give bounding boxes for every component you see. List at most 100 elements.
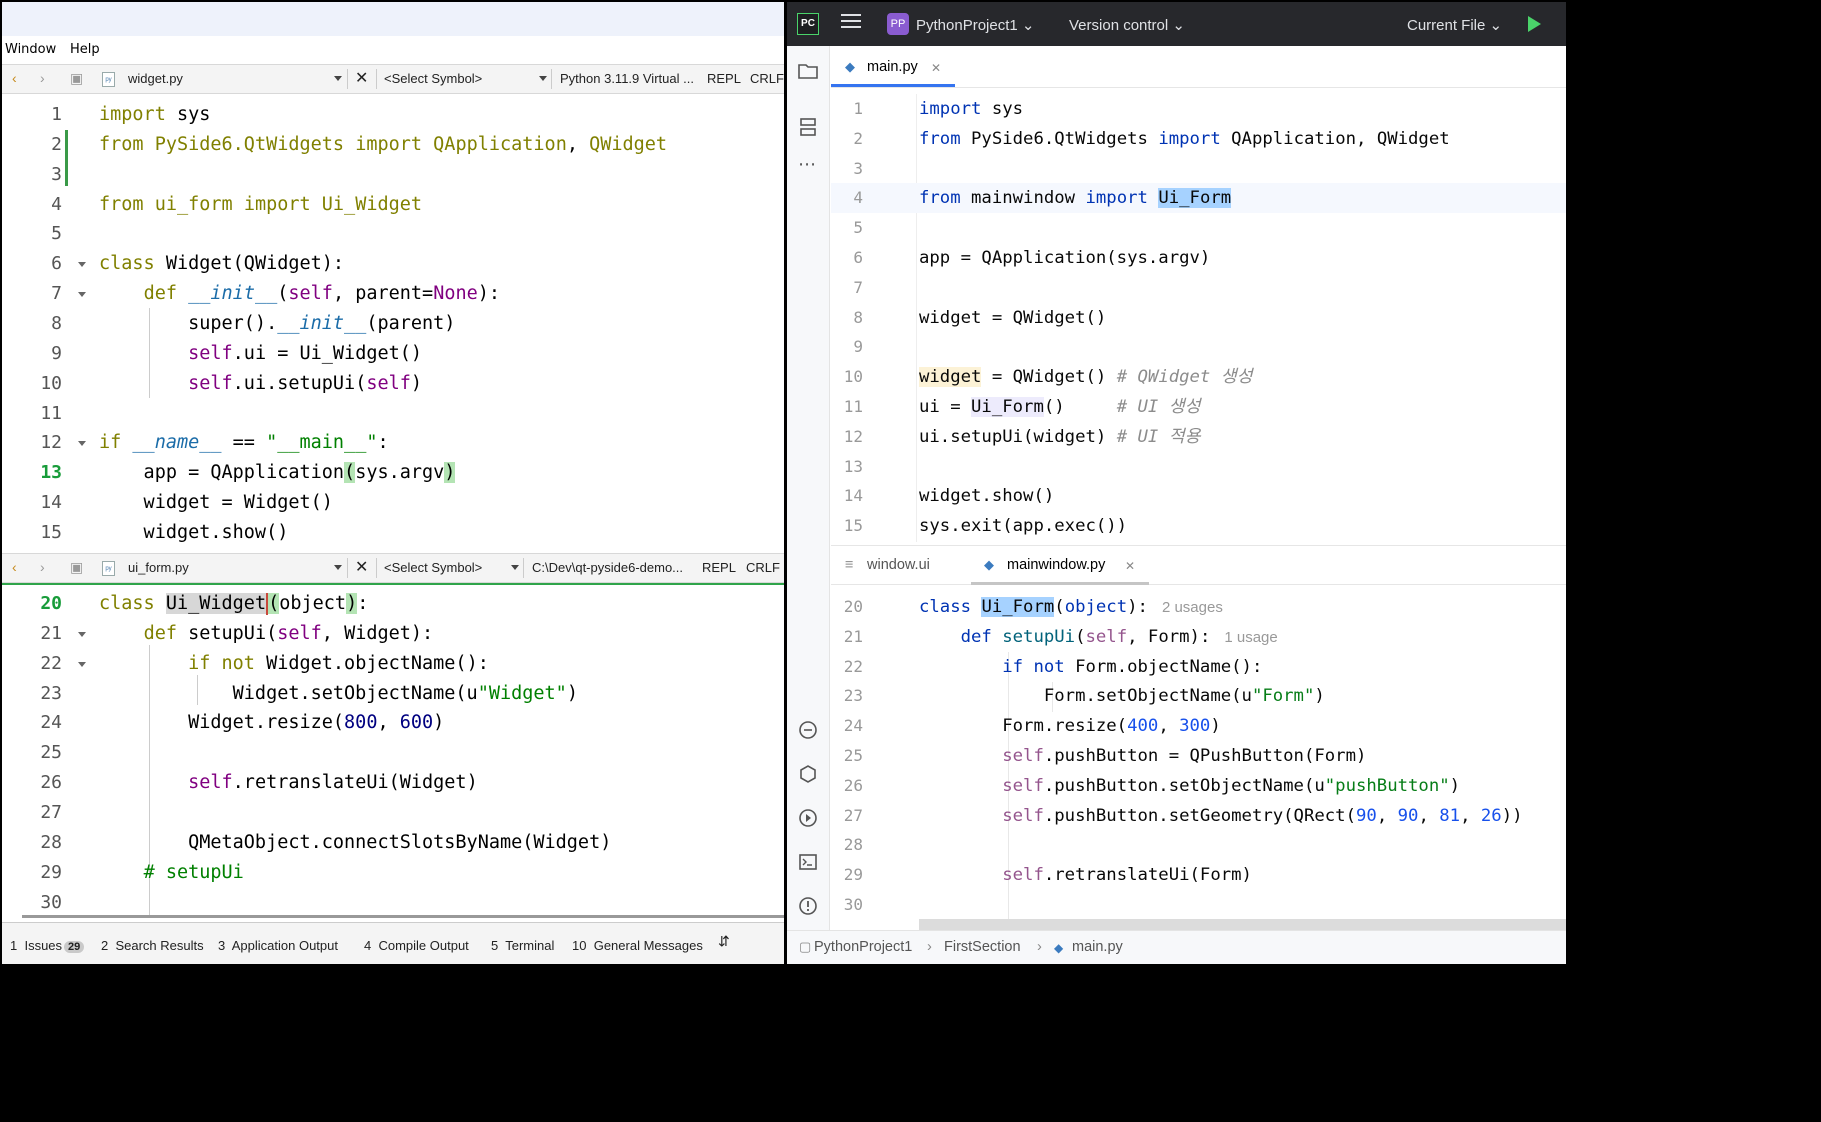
breadcrumb-file[interactable]: main.py [1072, 939, 1123, 955]
code-line[interactable]: 29 self.retranslateUi(Form) [831, 860, 1566, 890]
fold-toggle-icon[interactable] [78, 631, 86, 637]
code-editor-ui-form-py[interactable]: 20 class Ui_Widget (object): 21 def setupUi… [2, 585, 784, 915]
folder-icon[interactable] [797, 60, 819, 82]
run-icon[interactable] [1528, 16, 1541, 32]
code-line[interactable]: 4 from mainwindow import Ui_Form [831, 183, 1566, 214]
menu-help[interactable]: Help [70, 42, 100, 57]
output-tab-issues[interactable]: 1 Issues 29 [10, 938, 85, 953]
code-line[interactable]: 26 self.retranslateUi(Widget) [2, 768, 784, 798]
file-selector[interactable]: ui_form.py [128, 560, 189, 575]
close-icon[interactable]: ✕ [355, 68, 368, 88]
symbol-selector[interactable]: <Select Symbol> [384, 560, 482, 575]
forward-arrow-icon[interactable]: › [40, 559, 45, 575]
fold-toggle-icon[interactable] [78, 292, 86, 298]
close-tab-icon[interactable]: ✕ [931, 61, 941, 75]
code-line[interactable]: 6 class Widget(QWidget): [2, 249, 784, 279]
terminal-icon[interactable] [797, 851, 819, 873]
menu-window[interactable]: Window [5, 42, 56, 57]
code-line[interactable]: 13 [831, 452, 1566, 482]
output-tab-compile-output[interactable]: 4 Compile Output [364, 938, 469, 953]
project-selector[interactable]: PythonProject1 ⌄ [916, 16, 1034, 34]
code-line[interactable]: 4 from ui_form import Ui_Widget [2, 190, 784, 220]
code-line[interactable]: 30 [2, 888, 784, 916]
chevron-down-icon[interactable] [511, 565, 519, 570]
output-tab-general-messages[interactable]: 10 General Messages [572, 938, 703, 953]
code-line[interactable]: 1 import sys [2, 100, 784, 130]
code-line[interactable]: 23 Form.setObjectName(u"Form") [831, 681, 1566, 711]
code-line[interactable]: 22 if not Widget.objectName(): [2, 649, 784, 679]
code-line[interactable]: 20 class Ui_Widget (object): [2, 589, 784, 619]
code-line[interactable]: 21 def setupUi(self, Widget): [2, 619, 784, 649]
code-line[interactable]: 3 [2, 160, 784, 190]
code-line[interactable]: 12 ui.setupUi(widget) # UI 적용 [831, 422, 1566, 452]
up-down-arrows-icon[interactable]: ⇵ [718, 933, 730, 950]
code-line[interactable]: 9 self.ui = Ui_Widget() [2, 339, 784, 369]
fold-toggle-icon[interactable] [78, 441, 86, 447]
output-tab-application-output[interactable]: 3 Application Output [218, 938, 338, 953]
code-line[interactable]: 9 [831, 332, 1566, 362]
python-console-icon[interactable] [797, 719, 819, 741]
code-line[interactable]: 8 widget = QWidget() [831, 303, 1566, 333]
code-line[interactable]: 30 [831, 890, 1566, 920]
chevron-down-icon[interactable] [334, 565, 342, 570]
code-line[interactable]: 27 [2, 798, 784, 828]
output-tab-search-results[interactable]: 2 Search Results [101, 938, 204, 953]
code-line[interactable]: 11 ui = Ui_Form() # UI 생성 [831, 392, 1566, 422]
code-line[interactable]: 28 QMetaObject.connectSlotsByName(Widget… [2, 828, 784, 858]
code-editor-mainwindow-py[interactable]: 20 class Ui_Form(object): 2 usages 21 def s… [831, 592, 1566, 930]
chevron-down-icon[interactable] [334, 76, 342, 81]
close-icon[interactable]: ✕ [355, 557, 368, 577]
code-line[interactable]: 26 self.pushButton.setObjectName(u"pushB… [831, 771, 1566, 801]
chevron-down-icon[interactable] [539, 76, 547, 81]
code-line[interactable]: 3 [831, 154, 1566, 184]
lock-icon[interactable]: ▣ [70, 559, 83, 576]
code-line[interactable]: 5 [2, 219, 784, 249]
code-line[interactable]: 10 self.ui.setupUi(self) [2, 369, 784, 399]
code-line[interactable]: 25 self.pushButton = QPushButton(Form) [831, 741, 1566, 771]
run-config-selector[interactable]: Current File ⌄ [1407, 16, 1502, 34]
python-packages-icon[interactable] [797, 763, 819, 785]
tab-window-ui[interactable]: window.ui [867, 557, 930, 573]
problems-icon[interactable] [797, 895, 819, 917]
code-line[interactable]: 24 Form.resize(400, 300) [831, 711, 1566, 741]
code-line[interactable]: 23 Widget.setObjectName(u"Widget") [2, 679, 784, 709]
tab-mainwindow-py[interactable]: mainwindow.py [1007, 557, 1105, 573]
line-ending-label[interactable]: CRLF [746, 560, 780, 575]
code-line[interactable]: 20 class Ui_Form(object): 2 usages [831, 592, 1566, 622]
code-line[interactable]: 2 from PySide6.QtWidgets import QApplicat… [831, 124, 1566, 154]
file-selector[interactable]: widget.py [128, 71, 183, 86]
output-tab-terminal[interactable]: 5 Terminal [491, 938, 554, 953]
code-line[interactable]: 21 def setupUi(self, Form): 1 usage [831, 622, 1566, 652]
services-icon[interactable] [797, 807, 819, 829]
code-line[interactable]: 29 # setupUi [2, 858, 784, 888]
code-line[interactable]: 15 widget.show() [2, 518, 784, 548]
more-icon[interactable]: ⋯ [798, 154, 816, 175]
repl-button[interactable]: REPL [702, 560, 736, 575]
fold-toggle-icon[interactable] [78, 262, 86, 268]
code-line[interactable]: 22 if not Form.objectName(): [831, 652, 1566, 682]
code-line[interactable]: 13 app = QApplication(sys.argv) [2, 458, 784, 488]
code-line[interactable]: 5 [831, 213, 1566, 243]
repl-button[interactable]: REPL [707, 71, 741, 86]
code-line[interactable]: 14 widget = Widget() [2, 488, 784, 518]
code-line[interactable]: 1 import sys [831, 94, 1566, 124]
code-line[interactable]: 7 def __init__(self, parent=None): [2, 279, 784, 309]
version-control-menu[interactable]: Version control ⌄ [1069, 16, 1185, 34]
back-arrow-icon[interactable]: ‹ [12, 70, 17, 86]
code-line[interactable]: 15 sys.exit(app.exec()) [831, 511, 1566, 541]
back-arrow-icon[interactable]: ‹ [12, 559, 17, 575]
code-line[interactable]: 8 super().__init__(parent) [2, 309, 784, 339]
code-editor-main-py[interactable]: 1 import sys 2 from PySide6.QtWidgets impor… [831, 94, 1566, 542]
breadcrumb-project[interactable]: PythonProject1 [814, 939, 912, 955]
file-path-label[interactable]: C:\Dev\qt-pyside6-demo... [532, 560, 683, 575]
code-line[interactable]: 7 [831, 273, 1566, 303]
close-tab-icon[interactable]: ✕ [1125, 559, 1135, 573]
line-ending-label[interactable]: CRLF [750, 71, 784, 86]
lock-icon[interactable]: ▣ [70, 70, 83, 87]
horizontal-scrollbar[interactable] [22, 915, 784, 918]
code-line[interactable]: 6 app = QApplication(sys.argv) [831, 243, 1566, 273]
code-line[interactable]: 12 if __name__ == "__main__": [2, 428, 784, 458]
code-line[interactable]: 25 [2, 738, 784, 768]
code-editor-widget-py[interactable]: 1 import sys 2 from PySide6.QtWidgets impor… [2, 96, 784, 548]
code-line[interactable]: 11 [2, 399, 784, 429]
